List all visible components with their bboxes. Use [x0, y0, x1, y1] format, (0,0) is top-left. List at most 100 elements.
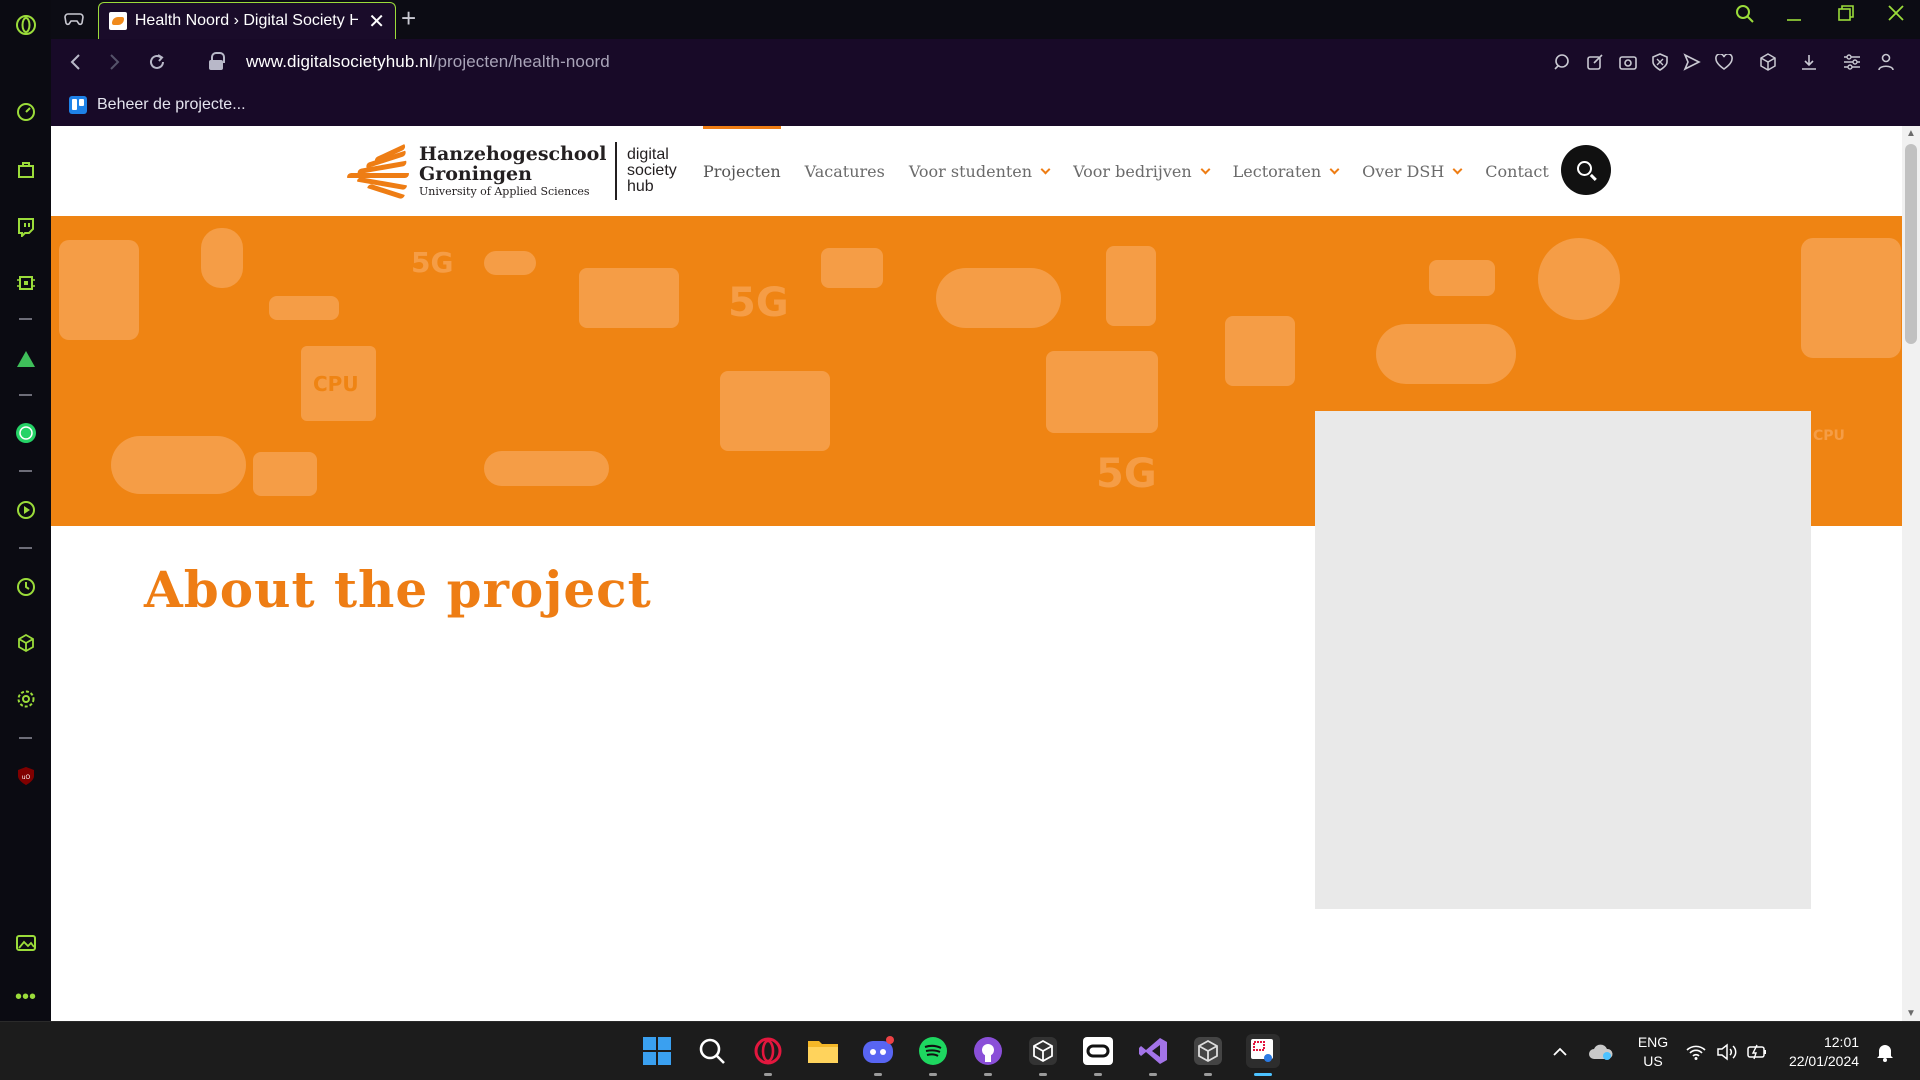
- site-search-button[interactable]: [1561, 145, 1611, 195]
- camera-pattern-icon: [1429, 260, 1495, 296]
- url-host: www.digitalsocietyhub.nl: [246, 52, 433, 71]
- menu-item-voor-studenten[interactable]: Voor studenten: [897, 126, 1061, 216]
- menu-item-vacatures[interactable]: Vacatures: [793, 126, 897, 216]
- menu-label: Vacatures: [804, 161, 885, 181]
- bookmark-trello[interactable]: Beheer de projecte...: [69, 96, 246, 114]
- more-options-icon[interactable]: •••: [13, 985, 38, 1010]
- site-logo[interactable]: Hanzehogeschool Groningen University of …: [343, 140, 677, 202]
- url-path: /projecten/health-noord: [432, 52, 610, 71]
- tab-close-icon[interactable]: ✕: [368, 9, 385, 34]
- github-desktop-icon[interactable]: [971, 1034, 1005, 1076]
- restore-icon[interactable]: [1826, 4, 1866, 28]
- send-to-flow-icon[interactable]: [1680, 50, 1704, 74]
- ublock-origin-icon[interactable]: uO: [13, 763, 38, 788]
- page-viewport: Hanzehogeschool Groningen University of …: [51, 126, 1902, 1021]
- hanze-flame-icon: [343, 143, 413, 200]
- hardware-limiter-icon[interactable]: [13, 270, 38, 295]
- tray-overflow-chevron-icon[interactable]: [1552, 1022, 1568, 1080]
- chevron-down-icon: [1452, 164, 1463, 174]
- battery-charging-icon[interactable]: [1746, 1022, 1768, 1080]
- shopping-bag-icon[interactable]: [13, 156, 38, 181]
- opera-logo-icon[interactable]: [13, 12, 38, 37]
- close-window-icon[interactable]: [1876, 4, 1916, 27]
- snapshot-camera-icon[interactable]: [1616, 50, 1640, 74]
- site-header: Hanzehogeschool Groningen University of …: [51, 126, 1902, 216]
- oculus-icon[interactable]: [1081, 1034, 1115, 1076]
- search-page-icon[interactable]: [1550, 50, 1574, 74]
- easy-setup-icon[interactable]: [1840, 50, 1864, 74]
- visual-studio-icon[interactable]: [1136, 1034, 1170, 1076]
- profile-icon[interactable]: [1874, 50, 1898, 74]
- wifi-icon[interactable]: [1686, 1022, 1706, 1080]
- running-indicator: [874, 1073, 882, 1076]
- back-arrow-icon[interactable]: [62, 49, 88, 75]
- menu-label: Over DSH: [1362, 161, 1445, 181]
- volume-icon[interactable]: [1716, 1022, 1738, 1080]
- new-tab-plus-icon[interactable]: +: [401, 3, 416, 34]
- running-indicator: [1039, 1073, 1047, 1076]
- settings-gear-icon[interactable]: [13, 686, 38, 711]
- trello-icon: [69, 96, 87, 114]
- url-field[interactable]: www.digitalsocietyhub.nl/projecten/healt…: [246, 52, 610, 72]
- opera-gx-taskbar-icon[interactable]: [751, 1034, 785, 1076]
- lock-icon[interactable]: [209, 52, 225, 70]
- pattern-5g-label: 5G: [1096, 451, 1157, 497]
- pattern-5g-label: 5G: [728, 280, 789, 326]
- menu-item-over-dsh[interactable]: Over DSH: [1350, 126, 1473, 216]
- running-indicator: [984, 1073, 992, 1076]
- site-favicon-icon: [109, 12, 127, 30]
- cloud-pattern-icon: [936, 268, 1061, 328]
- menu-item-lectoraten[interactable]: Lectoraten: [1221, 126, 1351, 216]
- menu-item-contact[interactable]: Contact: [1473, 126, 1561, 216]
- language-code: ENG: [1637, 1033, 1669, 1050]
- page-scrollbar[interactable]: ▲ ▼: [1902, 126, 1920, 1021]
- extensions-icon[interactable]: [1756, 50, 1780, 74]
- menu-item-voor-bedrijven[interactable]: Voor bedrijven: [1061, 126, 1221, 216]
- scrollbar-thumb[interactable]: [1905, 144, 1917, 344]
- tab-health-noord[interactable]: Health Noord › Digital Society Hub ✕: [98, 2, 396, 39]
- scroll-up-icon[interactable]: ▲: [1906, 128, 1916, 139]
- pattern-5g-label: 5G: [411, 246, 454, 279]
- menu-label: Voor bedrijven: [1073, 161, 1192, 181]
- share-edit-icon[interactable]: [1583, 50, 1607, 74]
- twitch-icon[interactable]: [13, 214, 38, 239]
- language-indicator[interactable]: ENG US: [1633, 1022, 1673, 1080]
- adblock-icon[interactable]: [1648, 50, 1672, 74]
- svg-text:uO: uO: [21, 774, 30, 781]
- downloads-icon[interactable]: [1797, 50, 1821, 74]
- minimize-icon[interactable]: [1774, 4, 1814, 30]
- bookmark-heart-icon[interactable]: [1712, 50, 1736, 74]
- unity-editor-icon[interactable]: [1191, 1034, 1225, 1076]
- logo-dsh-line2: society: [626, 162, 677, 179]
- tablet-pattern-icon: [59, 240, 139, 340]
- forward-arrow-icon[interactable]: [102, 49, 128, 75]
- unity-hub-icon[interactable]: [1026, 1034, 1060, 1076]
- onedrive-cloud-icon[interactable]: [1588, 1022, 1614, 1080]
- notification-bell-icon[interactable]: [1876, 1022, 1894, 1080]
- spotify-icon[interactable]: [916, 1034, 950, 1076]
- reload-icon[interactable]: [144, 49, 170, 75]
- file-explorer-icon[interactable]: [806, 1034, 840, 1068]
- server-pattern-icon: [821, 248, 883, 288]
- snipping-tool-icon[interactable]: [1246, 1034, 1280, 1076]
- search-taskbar-icon[interactable]: [695, 1034, 729, 1068]
- windows-start-icon[interactable]: [640, 1034, 674, 1068]
- running-indicator: [1094, 1073, 1102, 1076]
- menu-label: Lectoraten: [1232, 161, 1322, 181]
- aria-icon[interactable]: [13, 346, 38, 371]
- extensions-cube-icon[interactable]: [13, 630, 38, 655]
- wallpaper-icon[interactable]: [13, 930, 38, 955]
- tab-search-icon[interactable]: [1725, 4, 1765, 30]
- speed-dial-icon[interactable]: [13, 99, 38, 124]
- history-icon[interactable]: [13, 574, 38, 599]
- server-pattern-icon: [1225, 316, 1295, 386]
- player-icon[interactable]: [13, 497, 38, 522]
- scroll-down-icon[interactable]: ▼: [1906, 1008, 1916, 1019]
- logo-school-name: Hanzehogeschool: [419, 142, 607, 165]
- menu-item-projecten[interactable]: Projecten: [691, 126, 793, 216]
- discord-icon[interactable]: [861, 1034, 895, 1076]
- gx-corner-icon[interactable]: [61, 8, 87, 30]
- whatsapp-icon[interactable]: [13, 420, 38, 445]
- clock[interactable]: 12:01 22/01/2024: [1782, 1022, 1866, 1080]
- logo-dsh-line3: hub: [626, 178, 654, 195]
